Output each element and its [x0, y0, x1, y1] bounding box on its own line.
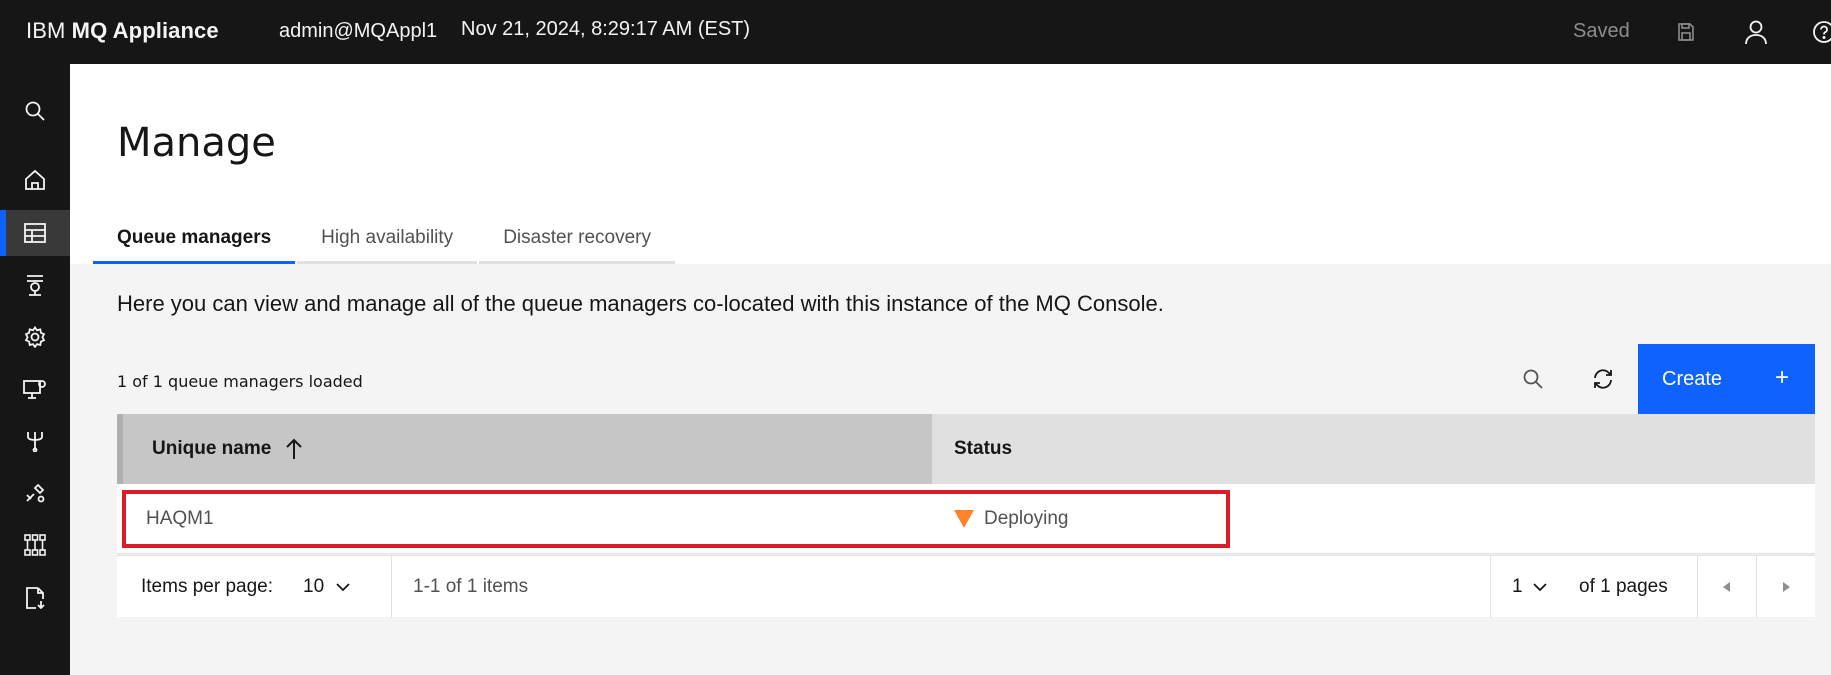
brand-name[interactable]: IBM MQ Appliance [26, 18, 219, 44]
pagination: Items per page: 10 1-1 of 1 items 1 of 1… [117, 555, 1815, 618]
main-content: Manage Queue managers High availability … [70, 64, 1831, 675]
help-icon[interactable] [1808, 16, 1831, 48]
tools-icon[interactable] [0, 470, 70, 516]
save-icon[interactable] [1670, 16, 1702, 48]
table-search-button[interactable] [1498, 344, 1568, 414]
page-header: Manage Queue managers High availability … [70, 64, 1831, 264]
column-header-unique-name[interactable]: Unique name [117, 414, 932, 484]
caret-right-icon [1783, 582, 1790, 592]
divider [1490, 556, 1491, 618]
tab-queue-managers[interactable]: Queue managers [93, 214, 296, 264]
queue-managers-table: Unique name Status HAQM1 Deploying [117, 414, 1815, 554]
items-per-page-value: 10 [303, 576, 325, 597]
total-pages: of 1 pages [1579, 576, 1668, 597]
items-per-page-label: Items per page: [141, 576, 274, 597]
loaded-count: 1 of 1 queue managers loaded [117, 372, 363, 391]
chevron-down-icon [336, 583, 350, 592]
saved-status: Saved [1573, 20, 1630, 42]
column-label: Unique name [152, 438, 272, 459]
tab-high-availability[interactable]: High availability [297, 214, 478, 264]
sort-ascending-icon [286, 438, 303, 459]
data-structure-icon[interactable] [0, 522, 70, 568]
divider [391, 556, 392, 618]
brand-product: MQ Appliance [71, 18, 219, 43]
item-range: 1-1 of 1 items [413, 576, 529, 597]
home-icon[interactable] [0, 157, 70, 203]
page-title: Manage [117, 120, 276, 166]
monitor-settings-icon[interactable] [0, 366, 70, 412]
column-header-status[interactable]: Status [932, 414, 1815, 484]
page-description: Here you can view and manage all of the … [117, 291, 1164, 316]
items-per-page-select[interactable]: 10 [303, 556, 350, 618]
caret-left-icon [1723, 582, 1730, 592]
user-name: admin@MQAppl1 [279, 20, 438, 42]
status-text: Deploying [984, 508, 1069, 529]
network-icon[interactable] [0, 418, 70, 464]
create-button[interactable]: Create + [1638, 344, 1815, 414]
previous-page-button[interactable] [1698, 556, 1756, 618]
next-page-button[interactable] [1757, 556, 1815, 618]
refresh-icon [1594, 369, 1612, 389]
table-header: Unique name Status [117, 414, 1815, 484]
document-export-icon[interactable] [0, 575, 70, 621]
current-page-value: 1 [1512, 576, 1523, 597]
date-time: Nov 21, 2024, 8:29:17 AM (EST) [461, 18, 751, 40]
page-select[interactable]: 1 [1512, 556, 1547, 618]
top-header: IBM MQ Appliance admin@MQAppl1 Nov 21, 2… [0, 0, 1831, 64]
table-icon[interactable] [0, 210, 70, 256]
user-icon[interactable] [1740, 16, 1772, 48]
brand-prefix: IBM [26, 18, 66, 43]
add-icon: + [1774, 364, 1789, 391]
queue-manager-name[interactable]: HAQM1 [117, 484, 932, 554]
side-navigation [0, 64, 70, 675]
search-icon [1523, 369, 1543, 389]
warning-triangle-icon [954, 510, 974, 528]
tab-disaster-recovery[interactable]: Disaster recovery [479, 214, 676, 264]
gear-icon[interactable] [0, 314, 70, 360]
status-cell: Deploying [932, 484, 1815, 554]
chevron-down-icon [1532, 583, 1547, 592]
refresh-button[interactable] [1568, 344, 1638, 414]
table-row[interactable]: HAQM1 Deploying [117, 484, 1815, 554]
tab-list: Queue managers High availability Disaste… [93, 214, 677, 264]
create-label: Create [1662, 367, 1723, 390]
queue-icon[interactable] [0, 262, 70, 308]
search-icon[interactable] [0, 88, 70, 134]
